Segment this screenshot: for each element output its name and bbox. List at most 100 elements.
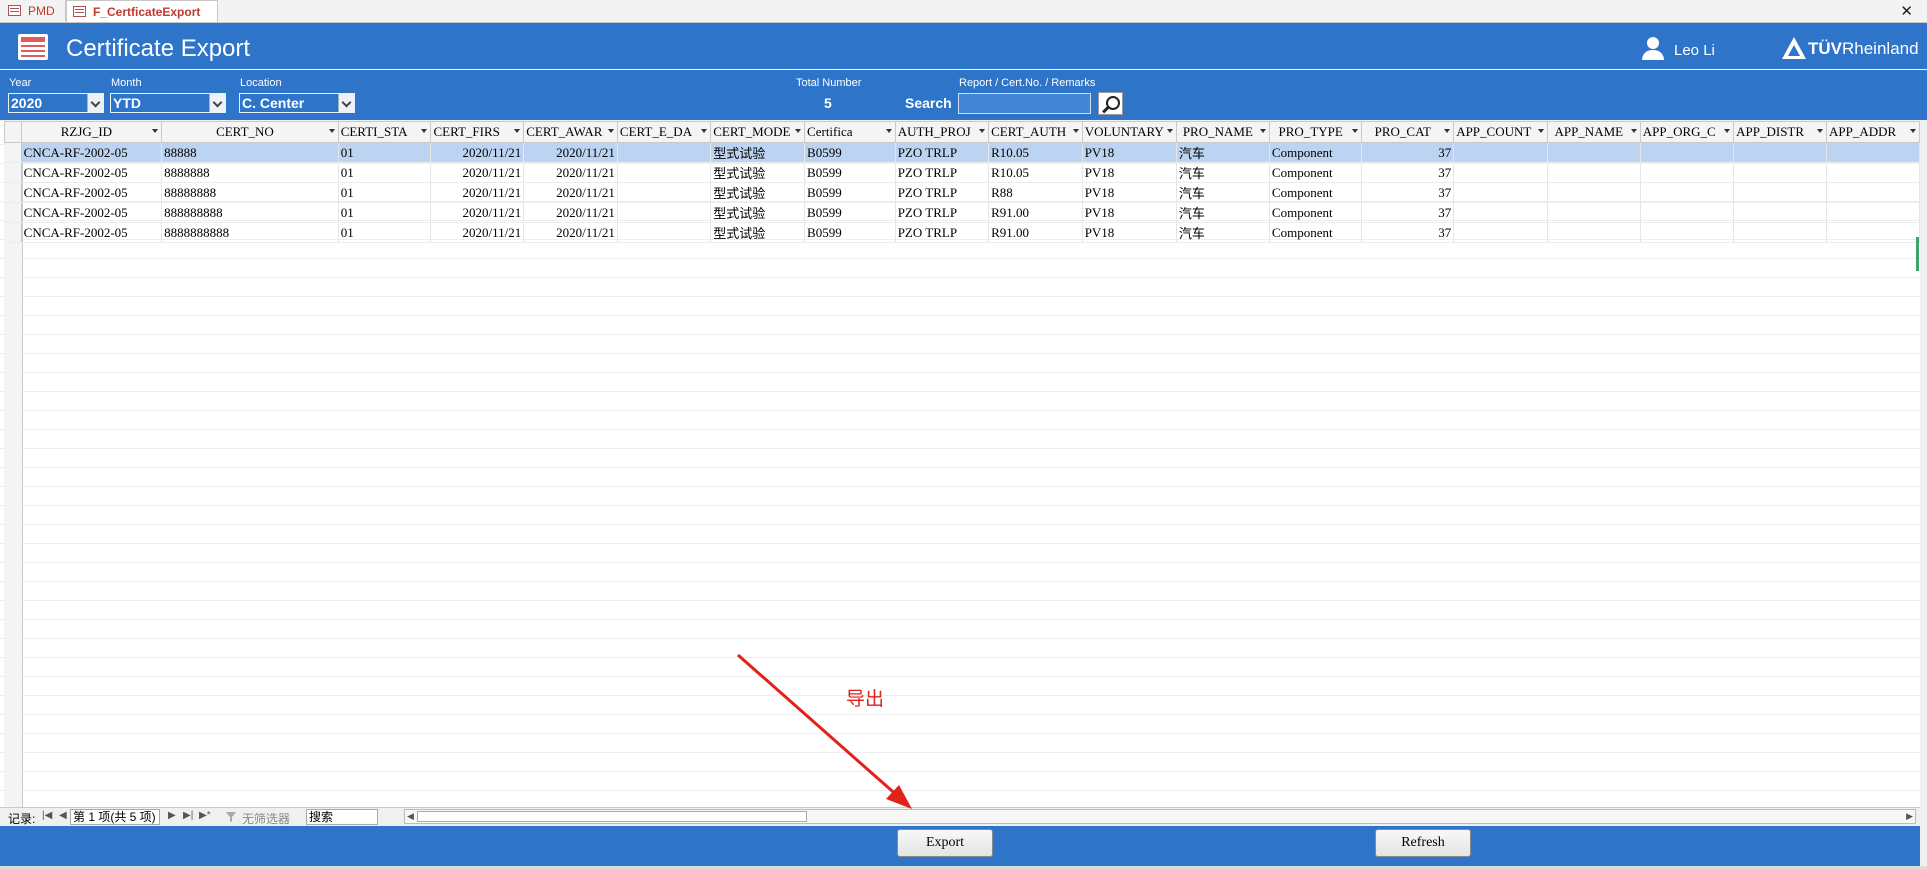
table-cell[interactable]: 汽车 xyxy=(1176,182,1270,203)
table-row[interactable]: CNCA-RF-2002-05 88888 01 2020/11/21 2020… xyxy=(4,142,1920,163)
column-header[interactable]: CERT_E_DA xyxy=(616,121,712,143)
horizontal-scrollbar[interactable]: ◀ ▶ xyxy=(404,809,1916,824)
table-cell[interactable] xyxy=(1453,182,1548,203)
table-cell[interactable]: 37 xyxy=(1361,182,1455,203)
table-cell[interactable] xyxy=(1640,142,1735,163)
table-cell[interactable]: 37 xyxy=(1361,202,1455,223)
table-cell[interactable]: PZO TRLP xyxy=(895,182,990,203)
table-cell[interactable] xyxy=(1547,142,1641,163)
location-combo[interactable]: C. Center xyxy=(239,93,355,113)
table-cell[interactable] xyxy=(1640,162,1735,183)
table-cell[interactable]: 2020/11/21 xyxy=(430,202,525,223)
table-cell[interactable]: 2020/11/21 xyxy=(430,142,525,163)
table-cell[interactable]: 37 xyxy=(1361,142,1455,163)
table-cell[interactable]: 型式试验 xyxy=(710,162,806,183)
table-cell[interactable] xyxy=(1826,202,1920,223)
table-cell[interactable]: 8888888 xyxy=(161,162,339,183)
tab-certificate-export[interactable]: F_CertficateExport xyxy=(66,0,218,22)
table-cell[interactable]: R10.05 xyxy=(988,162,1083,183)
scroll-thumb[interactable] xyxy=(417,811,807,822)
sort-arrow-icon[interactable] xyxy=(1724,129,1731,133)
table-cell[interactable]: 汽车 xyxy=(1176,222,1270,243)
column-header[interactable]: APP_DISTR xyxy=(1733,121,1828,143)
tab-pmd[interactable]: PMD xyxy=(2,0,66,21)
record-selector[interactable] xyxy=(4,162,22,183)
table-cell[interactable]: 88888 xyxy=(161,142,339,163)
year-combo[interactable]: 2020 xyxy=(8,93,104,113)
column-header[interactable]: CERT_MODE xyxy=(710,121,806,143)
table-cell[interactable] xyxy=(1640,182,1735,203)
table-cell[interactable]: 汽车 xyxy=(1176,162,1270,183)
month-combo[interactable]: YTD xyxy=(110,93,226,113)
column-header[interactable]: CERT_NO xyxy=(161,121,339,143)
column-header[interactable]: APP_COUNT xyxy=(1453,121,1548,143)
table-cell[interactable]: PZO TRLP xyxy=(895,142,990,163)
prev-record-icon[interactable]: ◀ xyxy=(59,810,67,821)
table-cell[interactable] xyxy=(1640,222,1735,243)
table-cell[interactable]: PZO TRLP xyxy=(895,162,990,183)
table-cell[interactable]: 888888888 xyxy=(161,202,339,223)
table-cell[interactable]: Component xyxy=(1269,222,1363,243)
record-position-field[interactable]: 第 1 项(共 5 项) xyxy=(70,809,160,825)
table-cell[interactable] xyxy=(617,202,712,223)
table-cell[interactable]: 8888888888 xyxy=(161,222,339,243)
table-cell[interactable] xyxy=(617,162,712,183)
table-cell[interactable]: 2020/11/21 xyxy=(523,222,618,243)
table-cell[interactable]: CNCA-RF-2002-05 xyxy=(21,162,163,183)
column-header[interactable]: AUTH_PROJ xyxy=(894,121,990,143)
sort-arrow-icon[interactable] xyxy=(1166,129,1173,133)
table-row[interactable]: CNCA-RF-2002-05 8888888888 01 2020/11/21… xyxy=(4,222,1920,243)
table-cell[interactable]: Component xyxy=(1269,142,1363,163)
table-cell[interactable]: PV18 xyxy=(1082,142,1177,163)
table-cell[interactable]: 汽车 xyxy=(1176,202,1270,223)
table-cell[interactable] xyxy=(617,142,712,163)
table-cell[interactable]: 型式试验 xyxy=(710,142,806,163)
column-header[interactable]: CERT_AWAR xyxy=(523,121,618,143)
column-header[interactable]: CERT_FIRS xyxy=(430,121,525,143)
table-cell[interactable]: 2020/11/21 xyxy=(523,142,618,163)
table-cell[interactable]: PZO TRLP xyxy=(895,222,990,243)
table-cell[interactable]: 88888888 xyxy=(161,182,339,203)
table-cell[interactable] xyxy=(1826,142,1920,163)
table-cell[interactable] xyxy=(1547,222,1641,243)
sort-arrow-icon[interactable] xyxy=(152,129,159,133)
table-cell[interactable] xyxy=(617,182,712,203)
table-cell[interactable]: PV18 xyxy=(1082,162,1177,183)
sort-arrow-icon[interactable] xyxy=(607,129,614,133)
record-selector[interactable] xyxy=(4,202,22,223)
column-header[interactable]: APP_ORG_C xyxy=(1639,121,1735,143)
chevron-down-icon[interactable] xyxy=(209,94,225,112)
table-cell[interactable]: 01 xyxy=(338,222,432,243)
table-cell[interactable]: CNCA-RF-2002-05 xyxy=(21,142,163,163)
table-cell[interactable]: 2020/11/21 xyxy=(430,222,525,243)
table-cell[interactable]: CNCA-RF-2002-05 xyxy=(21,202,163,223)
search-input[interactable] xyxy=(958,93,1091,114)
table-cell[interactable] xyxy=(1547,162,1641,183)
table-cell[interactable] xyxy=(1453,202,1548,223)
sort-arrow-icon[interactable] xyxy=(514,129,521,133)
table-row[interactable]: CNCA-RF-2002-05 888888888 01 2020/11/21 … xyxy=(4,202,1920,223)
table-cell[interactable]: CNCA-RF-2002-05 xyxy=(21,182,163,203)
select-all-corner[interactable] xyxy=(4,121,22,143)
record-selector[interactable] xyxy=(4,182,22,203)
column-header[interactable]: APP_NAME xyxy=(1546,121,1641,143)
table-cell[interactable]: Component xyxy=(1269,202,1363,223)
table-cell[interactable]: R10.05 xyxy=(988,142,1083,163)
sort-arrow-icon[interactable] xyxy=(701,129,708,133)
next-record-icon[interactable]: ▶ xyxy=(168,810,176,821)
table-cell[interactable]: 2020/11/21 xyxy=(430,162,525,183)
table-cell[interactable]: B0599 xyxy=(804,202,896,223)
record-selector[interactable] xyxy=(4,222,22,243)
chevron-down-icon[interactable] xyxy=(87,94,103,112)
scroll-right-icon[interactable]: ▶ xyxy=(1906,811,1913,822)
first-record-icon[interactable]: |◀ xyxy=(42,810,52,821)
table-cell[interactable] xyxy=(1733,202,1828,223)
last-record-icon[interactable]: ▶| xyxy=(183,810,193,821)
table-cell[interactable] xyxy=(1547,202,1641,223)
filter-status[interactable]: 无筛选器 xyxy=(242,810,290,827)
table-cell[interactable]: PV18 xyxy=(1082,182,1177,203)
table-cell[interactable] xyxy=(1826,222,1920,243)
table-cell[interactable] xyxy=(1453,162,1548,183)
table-cell[interactable]: PZO TRLP xyxy=(895,202,990,223)
table-cell[interactable] xyxy=(1733,142,1828,163)
